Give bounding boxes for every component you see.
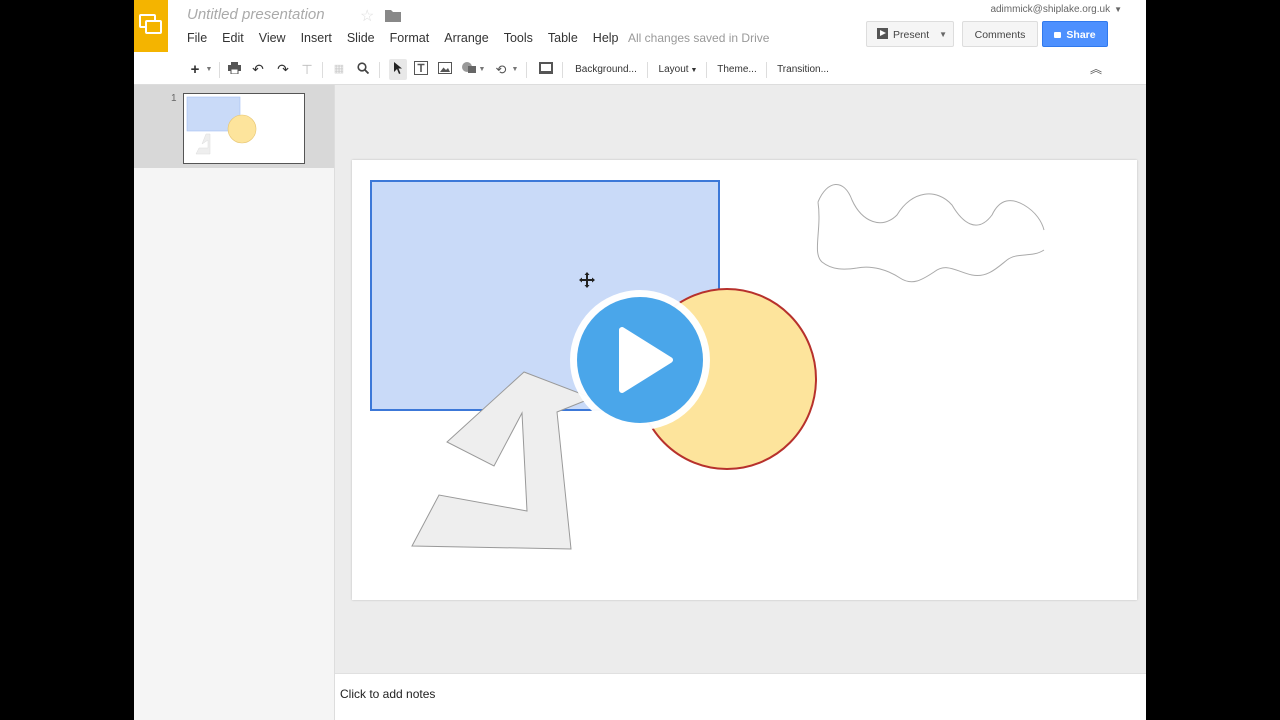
menu-arrange[interactable]: Arrange xyxy=(444,30,488,47)
zoom-fit-icon[interactable]: ▦ xyxy=(331,55,347,84)
slide-thumbnail[interactable] xyxy=(183,93,305,164)
collapse-toolbar-icon[interactable]: ︽ xyxy=(1088,55,1104,84)
speaker-notes[interactable]: Click to add notes xyxy=(335,673,1146,720)
present-icon xyxy=(877,28,888,39)
zoom-icon[interactable] xyxy=(355,55,371,84)
folder-icon[interactable] xyxy=(385,9,401,22)
menu-slide[interactable]: Slide xyxy=(347,30,375,47)
undo-icon[interactable]: ↶ xyxy=(250,55,266,84)
filmstrip: 1 xyxy=(134,85,335,720)
slide[interactable] xyxy=(352,160,1137,600)
theme-button[interactable]: Theme... xyxy=(712,55,762,84)
shape-dropdown-icon[interactable]: ▼ xyxy=(478,55,486,84)
menu-file[interactable]: File xyxy=(187,30,207,47)
account-menu[interactable]: adimmick@shiplake.org.uk ▼ xyxy=(990,4,1122,15)
menu-table[interactable]: Table xyxy=(548,30,578,47)
menu-tools[interactable]: Tools xyxy=(504,30,533,47)
slides-icon xyxy=(139,14,162,34)
toolbar-divider xyxy=(706,62,707,78)
toolbar-divider xyxy=(379,62,380,78)
redo-icon[interactable]: ↷ xyxy=(275,55,291,84)
new-slide-dropdown-icon[interactable]: ▼ xyxy=(204,55,214,84)
menu-insert[interactable]: Insert xyxy=(301,30,332,47)
transition-button[interactable]: Transition... xyxy=(772,55,834,84)
present-label: Present xyxy=(893,29,930,41)
new-slide-icon[interactable]: + xyxy=(188,55,202,84)
toolbar-divider xyxy=(562,62,563,78)
line-icon[interactable]: ⟲ xyxy=(493,55,509,84)
slide-number: 1 xyxy=(171,93,177,104)
print-icon[interactable] xyxy=(226,55,242,84)
save-status[interactable]: All changes saved in Drive xyxy=(628,31,769,45)
chevron-down-icon: ▼ xyxy=(1114,5,1122,14)
image-icon[interactable] xyxy=(437,55,453,84)
comment-icon[interactable] xyxy=(538,55,554,84)
toolbar-divider xyxy=(526,62,527,78)
paint-format-icon[interactable]: ⊤ xyxy=(299,55,315,84)
menu-format[interactable]: Format xyxy=(390,30,430,47)
play-button[interactable] xyxy=(568,288,712,432)
toolbar-divider xyxy=(647,62,648,78)
shape-icon[interactable] xyxy=(460,55,478,84)
menu-help[interactable]: Help xyxy=(593,30,619,47)
select-tool-icon[interactable] xyxy=(389,59,407,80)
layout-dropdown-icon: ▼ xyxy=(690,67,698,74)
document-title[interactable]: Untitled presentation xyxy=(187,6,325,23)
layout-button[interactable]: Layout ▼ xyxy=(654,55,702,84)
slide-canvas[interactable] xyxy=(335,85,1146,673)
slide-thumbnail-preview xyxy=(186,96,257,155)
text-box-icon[interactable] xyxy=(413,55,429,84)
menu-edit[interactable]: Edit xyxy=(222,30,244,47)
scribble-line[interactable] xyxy=(816,184,1045,283)
notes-placeholder: Click to add notes xyxy=(340,687,436,701)
toolbar-divider xyxy=(322,62,323,78)
account-email: adimmick@shiplake.org.uk xyxy=(990,4,1111,15)
slide-drawing xyxy=(370,180,1045,550)
toolbar: + ▼ ↶ ↷ ⊤ ▦ ▼ ⟲ ▼ Background... Layout ▼… xyxy=(134,55,1146,85)
menu-bar: File Edit View Insert Slide Format Arran… xyxy=(187,30,634,47)
share-label: Share xyxy=(1066,29,1096,41)
toolbar-divider xyxy=(766,62,767,78)
menu-view[interactable]: View xyxy=(259,30,286,47)
present-button[interactable]: Present ▼ xyxy=(866,21,954,47)
present-dropdown-icon[interactable]: ▼ xyxy=(939,22,947,48)
background-button[interactable]: Background... xyxy=(570,55,642,84)
line-dropdown-icon[interactable]: ▼ xyxy=(511,55,519,84)
star-icon[interactable]: ☆ xyxy=(360,6,374,26)
share-button[interactable]: Share xyxy=(1042,21,1108,47)
slides-logo[interactable] xyxy=(134,0,168,52)
comments-button[interactable]: Comments xyxy=(962,21,1038,47)
toolbar-divider xyxy=(219,62,220,78)
layout-label: Layout xyxy=(658,64,689,75)
lock-icon xyxy=(1054,32,1062,38)
